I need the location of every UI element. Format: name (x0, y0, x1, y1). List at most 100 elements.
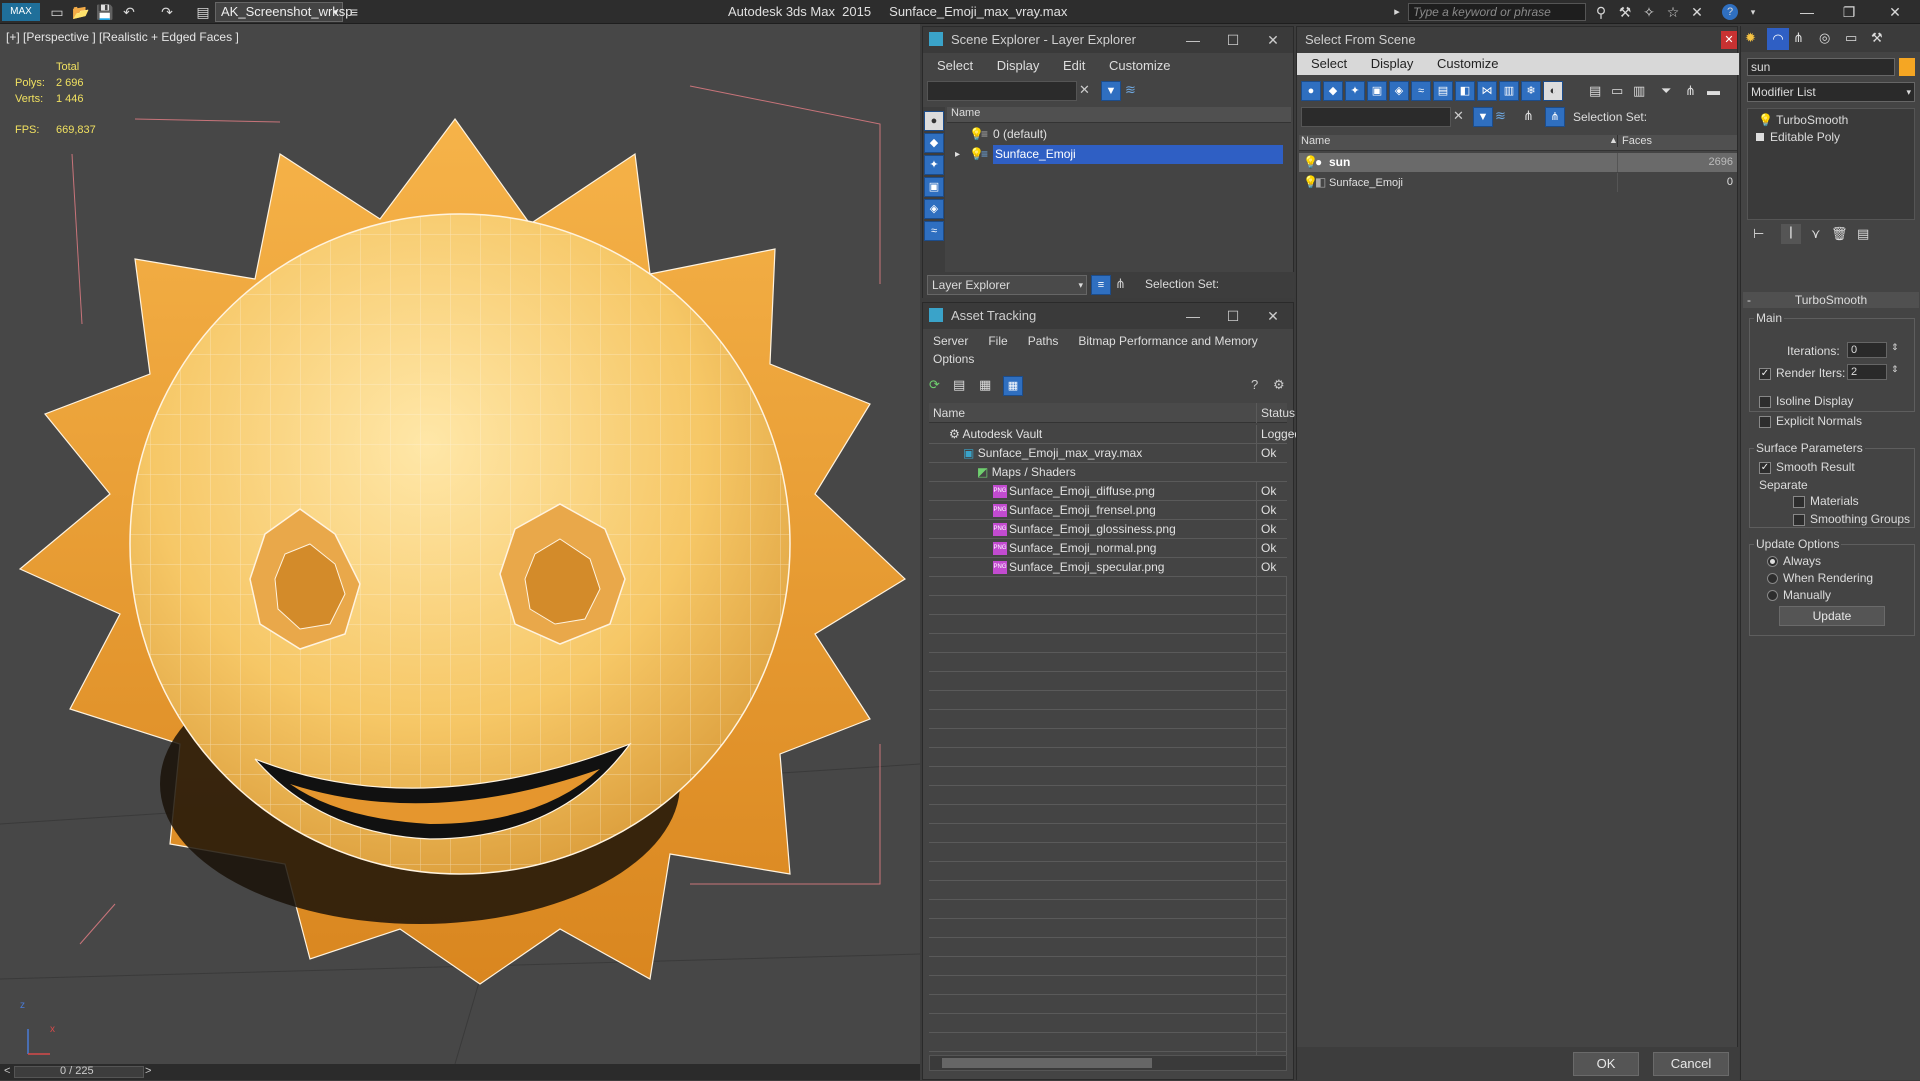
perspective-viewport[interactable]: [+] [Perspective ] [Realistic + Edged Fa… (0, 24, 920, 1064)
filter-helpers-icon[interactable]: ◈ (1389, 81, 1409, 101)
manually-radio[interactable]: Manually (1767, 588, 1831, 602)
table-row[interactable]: ⚙ Autodesk Vault Logged (929, 425, 1296, 444)
hierarchy-icon[interactable]: ⋔ (1523, 108, 1534, 124)
smoothing-groups-checkbox[interactable]: Smoothing Groups (1793, 512, 1910, 526)
find-field[interactable] (927, 81, 1077, 101)
filter-cameras-icon[interactable]: ▣ (1367, 81, 1387, 101)
layers-settings-icon[interactable]: ≋ (1125, 82, 1136, 98)
expand-arrow-icon[interactable]: ▸ (955, 145, 960, 164)
checkbox-unchecked-icon[interactable] (1793, 513, 1805, 526)
minimize-icon[interactable]: — (1173, 303, 1213, 329)
menu-bitmap[interactable]: Bitmap Performance and Memory (1068, 331, 1267, 351)
select-none-icon[interactable]: ▭ (1611, 83, 1623, 99)
selection-set-icon[interactable]: ⋔ (1545, 107, 1565, 127)
expand-search-icon[interactable]: ▸ (1388, 3, 1406, 21)
help-icon[interactable]: ? (1722, 4, 1738, 20)
viewport-label[interactable]: [+] [Perspective ] [Realistic + Edged Fa… (6, 30, 239, 44)
display-lights-icon[interactable]: ✦ (924, 155, 944, 175)
when-rendering-radio[interactable]: When Rendering (1767, 571, 1873, 585)
explorer-type-dropdown[interactable]: Layer Explorer ▾ (927, 275, 1087, 295)
layer-row[interactable]: 💡 ≡ 0 (default) (947, 125, 1291, 144)
column-header-status[interactable]: Status (1256, 403, 1295, 423)
menu-paths[interactable]: Paths (1018, 331, 1069, 351)
collapse-icon[interactable]: - (1747, 292, 1751, 308)
layer-explorer-icon[interactable]: ≡ (1091, 275, 1111, 295)
table-view-icon[interactable]: ▦ (1003, 376, 1023, 396)
column-header-name[interactable]: Name (933, 406, 965, 420)
table-row[interactable]: PNG Sunface_Emoji_diffuse.png Ok (929, 482, 1287, 501)
show-end-result-icon[interactable]: | (1781, 224, 1801, 244)
menu-file[interactable]: File (978, 331, 1017, 351)
menu-select[interactable]: Select (1301, 53, 1357, 74)
table-row[interactable]: 💡 ◧ Sunface_Emoji 0 (1299, 173, 1737, 192)
motion-tab-icon[interactable]: ◎ (1819, 30, 1830, 46)
binoculars-icon[interactable]: ⚲ (1592, 3, 1610, 21)
menu-edit[interactable]: Edit (1053, 55, 1095, 76)
search-input[interactable]: Type a keyword or phrase (1408, 3, 1586, 21)
menu-options[interactable]: Options (923, 349, 984, 369)
filter-spacewarps-icon[interactable]: ≈ (1411, 81, 1431, 101)
display-shapes-icon[interactable]: ◆ (924, 133, 944, 153)
layer-row[interactable]: ▸ 💡 ≡ Sunface_Emoji (947, 145, 1291, 164)
checkbox-checked-icon[interactable]: ✓ (1759, 367, 1771, 380)
modifier-list-dropdown[interactable]: Modifier List ▾ (1747, 82, 1915, 102)
time-slider[interactable]: < 0 / 225 > (0, 1064, 920, 1080)
display-helpers-icon[interactable]: ◈ (924, 199, 944, 219)
spinner-arrows-icon[interactable]: ⇕ (1891, 342, 1899, 353)
help-dropdown-icon[interactable]: ▾ (1744, 3, 1762, 21)
close-icon[interactable]: ✕ (1253, 27, 1293, 53)
display-geometry-icon[interactable]: ● (924, 111, 944, 131)
filter-hidden-icon[interactable]: ◐ (1543, 81, 1563, 101)
thumbnail-view-icon[interactable]: ▦ (979, 377, 991, 393)
ok-button[interactable]: OK (1573, 1052, 1639, 1076)
subscription-icon[interactable]: ✧ (1640, 3, 1658, 21)
menu-customize[interactable]: Customize (1427, 53, 1508, 74)
make-unique-icon[interactable]: ⋎ (1811, 226, 1821, 242)
redo-icon[interactable]: ↷ (158, 3, 176, 21)
display-tab-icon[interactable]: ▭ (1845, 30, 1857, 46)
maximize-icon[interactable]: ☐ (1213, 27, 1253, 53)
always-radio[interactable]: Always (1767, 554, 1821, 568)
filter-shapes-icon[interactable]: ◆ (1323, 81, 1343, 101)
menu-select[interactable]: Select (927, 55, 983, 76)
table-row[interactable]: ▣ Sunface_Emoji_max_vray.max Ok (929, 444, 1287, 463)
open-folder-icon[interactable]: 📂 (72, 3, 90, 21)
time-next-icon[interactable]: > (145, 1065, 151, 1077)
update-button[interactable]: Update (1779, 606, 1885, 626)
select-all-icon[interactable]: ▤ (1589, 83, 1601, 99)
checkbox-unchecked-icon[interactable] (1759, 415, 1771, 428)
radio-icon[interactable] (1767, 573, 1778, 585)
minimize-icon[interactable]: — (1798, 3, 1816, 21)
column-header-faces[interactable]: Faces (1617, 135, 1737, 147)
save-icon[interactable]: 💾 (96, 3, 114, 21)
checkbox-unchecked-icon[interactable] (1793, 495, 1805, 508)
remove-modifier-icon[interactable]: 🗑 (1831, 226, 1848, 242)
object-name-field[interactable]: sun (1747, 58, 1895, 76)
column-header-name[interactable]: Name (947, 107, 1291, 123)
filter-geometry-icon[interactable]: ● (1301, 81, 1321, 101)
render-iters-spinner[interactable]: 2 (1847, 364, 1887, 380)
select-from-scene-titlebar[interactable]: Select From Scene (1297, 27, 1737, 53)
workspace-dropdown[interactable]: AK_Screenshot_wrksp ▾ (215, 2, 353, 22)
layers-icon[interactable]: ≋ (1495, 108, 1506, 124)
settings-icon[interactable]: ⚙ (1273, 377, 1285, 393)
filter-lights-icon[interactable]: ✦ (1345, 81, 1365, 101)
close-icon[interactable]: ✕ (1721, 31, 1737, 49)
clear-find-icon[interactable]: ✕ (1453, 108, 1464, 124)
table-row[interactable]: PNG Sunface_Emoji_frensel.png Ok (929, 501, 1287, 520)
object-color-swatch[interactable] (1899, 58, 1915, 76)
radio-selected-icon[interactable] (1767, 556, 1778, 568)
menu-display[interactable]: Display (1361, 53, 1424, 74)
new-file-icon[interactable]: ▭ (48, 3, 66, 21)
table-row[interactable]: PNG Sunface_Emoji_normal.png Ok (929, 539, 1287, 558)
close-icon[interactable]: ✕ (1253, 303, 1293, 329)
checkbox-checked-icon[interactable]: ✓ (1759, 461, 1771, 474)
filter-icon[interactable]: ▼ (1473, 107, 1493, 127)
smooth-result-checkbox[interactable]: ✓ Smooth Result (1759, 460, 1855, 474)
display-spacewarps-icon[interactable]: ≈ (924, 221, 944, 241)
configure-sets-icon[interactable]: ▤ (1857, 226, 1869, 242)
select-invert-icon[interactable]: ▥ (1633, 83, 1645, 99)
column-header-name[interactable]: Name (1301, 135, 1330, 147)
spinner-arrows-icon[interactable]: ⇕ (1891, 364, 1899, 375)
turbosmooth-rollout-header[interactable]: - TurboSmooth (1743, 292, 1919, 308)
